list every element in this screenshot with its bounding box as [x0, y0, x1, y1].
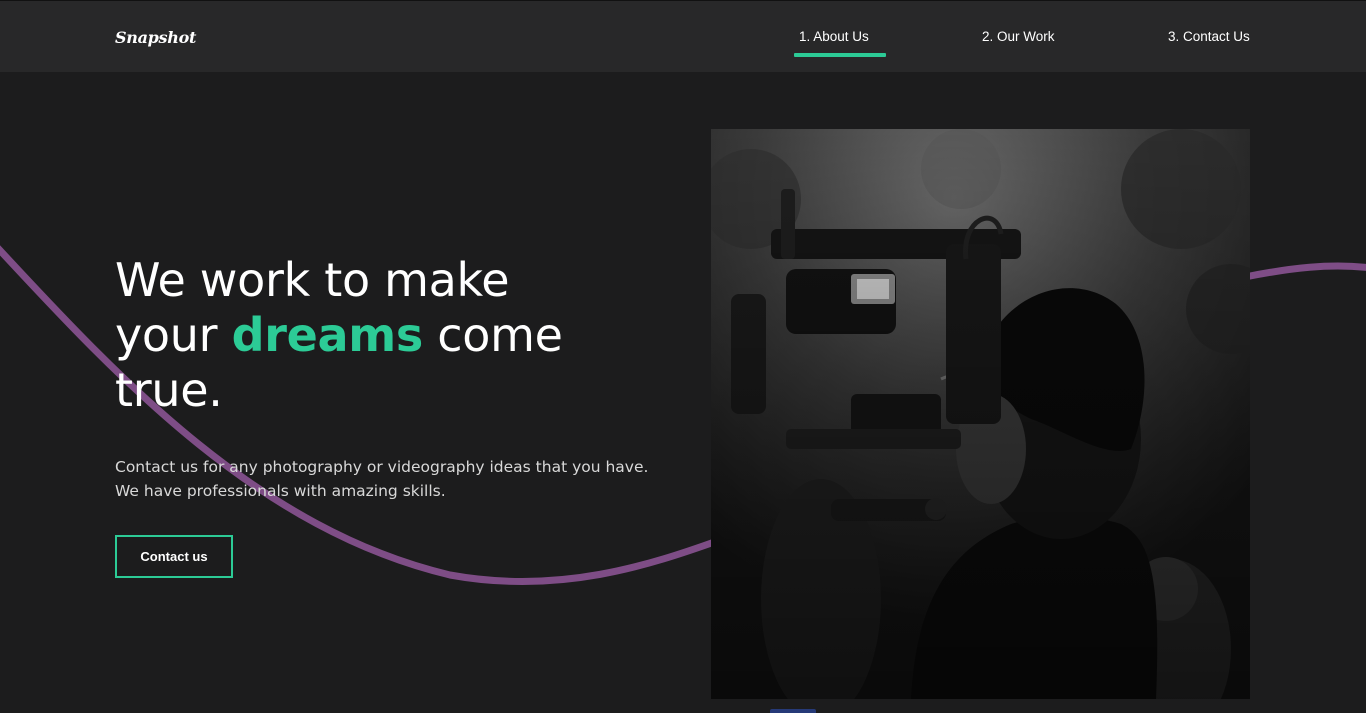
- contact-us-button[interactable]: Contact us: [115, 535, 233, 578]
- navbar: Snapshot 1. About Us 2. Our Work 3. Cont…: [0, 0, 1366, 72]
- scroll-indicator: [770, 709, 816, 713]
- heading-line-3: true.: [115, 363, 223, 417]
- active-nav-indicator: [794, 53, 886, 57]
- description-line-1: Contact us for any photography or videog…: [115, 458, 649, 476]
- heading-line-1: We work to make: [115, 253, 510, 307]
- videographer-photo: [711, 129, 1250, 699]
- heading-accent-word: dreams: [231, 308, 424, 362]
- page: Snapshot 1. About Us 2. Our Work 3. Cont…: [0, 0, 1366, 713]
- logo[interactable]: Snapshot: [115, 28, 196, 47]
- nav-link-about-us[interactable]: 1. About Us: [799, 29, 869, 44]
- nav-link-our-work[interactable]: 2. Our Work: [982, 29, 1055, 44]
- heading-suffix: come: [422, 308, 563, 362]
- nav-link-contact-us[interactable]: 3. Contact Us: [1168, 29, 1250, 44]
- hero-description: Contact us for any photography or videog…: [115, 455, 675, 503]
- hero-heading: We work to make your dreams come true.: [115, 253, 595, 418]
- description-line-2: We have professionals with amazing skill…: [115, 482, 446, 500]
- heading-prefix: your: [115, 308, 232, 362]
